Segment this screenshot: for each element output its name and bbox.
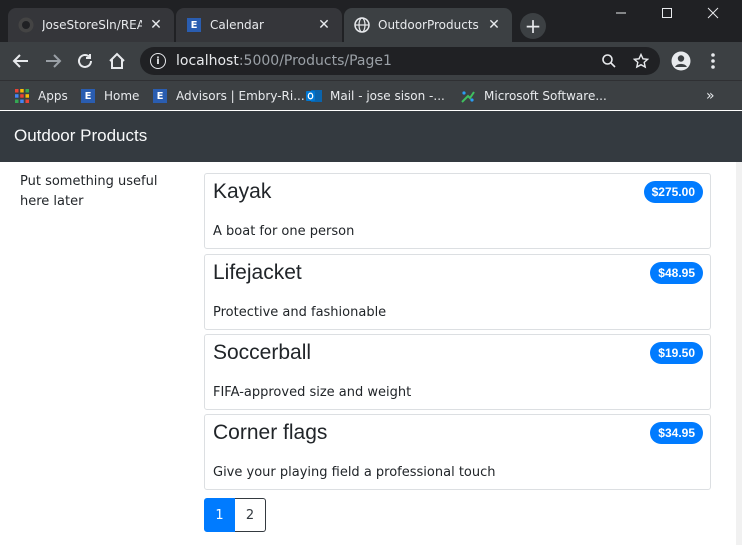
price-badge: $48.95 bbox=[650, 262, 703, 284]
back-arrow-icon[interactable] bbox=[8, 48, 34, 74]
profile-avatar-icon[interactable] bbox=[668, 48, 694, 74]
bookmark-label: Advisors | Embry-Ri... bbox=[176, 89, 305, 103]
window-close-icon[interactable] bbox=[690, 0, 736, 26]
bookmark-advisors[interactable]: E Advisors | Embry-Ri... bbox=[152, 86, 305, 106]
e-logo-icon: E bbox=[186, 17, 202, 33]
browser-toolbar: i localhost:5000/Products/Page1 bbox=[0, 42, 742, 80]
tab-calendar[interactable]: E Calendar ✕ bbox=[176, 8, 342, 42]
product-description: A boat for one person bbox=[213, 224, 355, 239]
apps-grid-icon bbox=[14, 88, 30, 104]
product-description: Protective and fashionable bbox=[213, 305, 387, 320]
e-logo-icon: E bbox=[80, 88, 96, 104]
maximize-icon[interactable] bbox=[644, 0, 690, 26]
home-icon[interactable] bbox=[104, 48, 130, 74]
bookmark-label: Mail - jose sison -... bbox=[330, 89, 445, 103]
pagination: 1 2 bbox=[204, 498, 266, 532]
info-icon[interactable]: i bbox=[150, 53, 166, 69]
tab-strip: JoseStoreSln/READM ✕ E Calendar ✕ Outdoo… bbox=[0, 0, 742, 42]
url-host: localhost bbox=[176, 53, 239, 69]
page-scrollbar[interactable] bbox=[736, 162, 742, 545]
microsoft-software-icon bbox=[460, 88, 476, 104]
bookmark-home[interactable]: E Home bbox=[80, 86, 139, 106]
product-card: Soccerball $19.50 FIFA-approved size and… bbox=[204, 334, 711, 410]
forward-arrow-icon[interactable] bbox=[40, 48, 66, 74]
tab-title: Calendar bbox=[210, 18, 264, 32]
price-badge: $275.00 bbox=[643, 181, 703, 203]
tab-title: OutdoorProducts bbox=[378, 18, 479, 32]
tab-outdoor-products[interactable]: OutdoorProducts ✕ bbox=[344, 8, 512, 42]
product-name: Kayak bbox=[213, 180, 272, 203]
globe-icon bbox=[354, 17, 370, 33]
new-tab-button[interactable]: + bbox=[520, 13, 546, 39]
product-name: Lifejacket bbox=[213, 261, 302, 284]
bookmark-microsoft-software[interactable]: Microsoft Software... bbox=[460, 86, 607, 106]
e-logo-icon: E bbox=[152, 88, 168, 104]
product-card: Kayak $275.00 A boat for one person bbox=[204, 173, 711, 249]
menu-dots-icon[interactable] bbox=[700, 48, 726, 74]
bookmark-label: Microsoft Software... bbox=[484, 89, 607, 103]
tab-title: JoseStoreSln/READM bbox=[42, 18, 142, 32]
price-badge: $34.95 bbox=[650, 422, 703, 444]
zoom-search-icon[interactable] bbox=[596, 48, 622, 74]
product-name: Corner flags bbox=[213, 421, 328, 444]
product-name: Soccerball bbox=[213, 341, 312, 364]
tab-github[interactable]: JoseStoreSln/READM ✕ bbox=[8, 8, 174, 42]
address-bar[interactable]: i localhost:5000/Products/Page1 bbox=[140, 47, 660, 75]
close-icon[interactable]: ✕ bbox=[148, 17, 164, 33]
navbar-brand[interactable]: Outdoor Products bbox=[14, 126, 147, 146]
bookmarks-bar: Apps E Home E Advisors | Embry-Ri... Mai… bbox=[0, 80, 742, 110]
bookmark-apps[interactable]: Apps bbox=[14, 86, 68, 106]
site-navbar: Outdoor Products bbox=[0, 111, 742, 162]
bookmark-label: Home bbox=[104, 89, 140, 103]
bookmark-mail[interactable]: Mail - jose sison -... bbox=[306, 86, 445, 106]
product-description: Give your playing field a professional t… bbox=[213, 465, 496, 480]
outlook-icon bbox=[306, 88, 322, 104]
page-link-2[interactable]: 2 bbox=[235, 498, 266, 532]
close-icon[interactable]: ✕ bbox=[486, 17, 502, 33]
product-card: Lifejacket $48.95 Protective and fashion… bbox=[204, 254, 711, 330]
page-link-1[interactable]: 1 bbox=[204, 498, 235, 532]
price-badge: $19.50 bbox=[650, 342, 703, 364]
minimize-icon[interactable] bbox=[598, 0, 644, 26]
product-description: FIFA-approved size and weight bbox=[213, 385, 412, 400]
bookmark-label: Apps bbox=[38, 89, 68, 103]
product-card: Corner flags $34.95 Give your playing fi… bbox=[204, 414, 711, 490]
sidebar-placeholder-text: Put something useful here later bbox=[20, 174, 158, 209]
url-path: :5000/Products/Page1 bbox=[238, 53, 392, 69]
bookmarks-overflow-chevron-icon[interactable]: » bbox=[706, 86, 715, 106]
github-icon bbox=[18, 17, 34, 33]
reload-icon[interactable] bbox=[72, 48, 98, 74]
close-icon[interactable]: ✕ bbox=[316, 17, 332, 33]
bookmark-star-icon[interactable] bbox=[628, 48, 654, 74]
